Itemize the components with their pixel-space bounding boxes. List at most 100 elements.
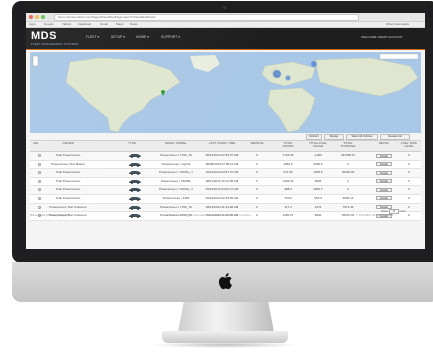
table-row[interactable]: Powerscreen Test Customer Powerscreen / 1… [30, 203, 421, 213]
nav-support[interactable]: SUPPORT ▾ [161, 35, 180, 39]
vehicle-icon [129, 205, 141, 210]
bookmark-item[interactable]: Facebook [78, 22, 91, 27]
maximize-window-icon[interactable] [41, 15, 45, 19]
nav-home[interactable]: HOME ▾ [136, 35, 149, 39]
footer-links[interactable]: Terms of Use | Privacy | Copyright [30, 214, 69, 217]
row-select-radio[interactable] [38, 205, 41, 209]
cell-service: 0 [256, 195, 258, 200]
cell-total-tonnage: 7973.43 [342, 204, 354, 209]
cell-total-fuel: 1276 [314, 204, 322, 209]
cell-total-hours: 1185.27 [282, 213, 294, 218]
map-type-control[interactable] [379, 53, 419, 60]
cell-owner: Total Powerscreen [55, 187, 81, 192]
marker-cluster-europe[interactable] [285, 75, 291, 81]
bookmark-item[interactable]: Gmail [100, 22, 108, 27]
cell-make-model: Powerscreen / 1700_TA [160, 153, 192, 157]
row-select-radio[interactable] [38, 179, 41, 183]
cell-owner: Powerscreen Test Customer [49, 204, 87, 209]
col-service[interactable]: SERVICE [248, 141, 266, 145]
bookmark-item[interactable]: Yahoo! [62, 22, 71, 27]
col-total-fuel[interactable]: TOTAL FUEL USAGE [306, 141, 330, 149]
vehicle-icon [129, 154, 141, 158]
col-total-tonnage[interactable]: TOTAL TONNAGE [336, 141, 360, 149]
cell-total-fuel: 2840.7 [313, 187, 323, 192]
bookmark-item[interactable]: Google [44, 22, 54, 27]
camera-dot [223, 6, 226, 9]
cell-total-hours: 117.4 [284, 204, 292, 209]
bookmark-item[interactable]: Maps [116, 22, 123, 27]
col-sel[interactable]: SEL [31, 141, 41, 145]
vehicle-icon [129, 171, 141, 176]
cell-fuel-tank: 0 [408, 187, 410, 192]
col-total-hours[interactable]: TOTAL HOURS [278, 141, 298, 149]
details-button[interactable]: Details [376, 179, 392, 184]
nav-divider [26, 49, 425, 50]
cell-service: 0 [256, 178, 258, 183]
cell-fuel-tank: 0 [408, 153, 410, 157]
table-row[interactable]: Total Powerscreen Powerscreen / 1500SL 08/… [30, 177, 421, 187]
marker-cluster-uk[interactable] [273, 70, 281, 78]
pager-suffix: rows [399, 209, 406, 214]
vehicle-icon [129, 162, 141, 167]
bookmark-item[interactable]: Other bookmarks [386, 22, 409, 27]
details-button[interactable]: Details [376, 153, 392, 158]
mds-logo[interactable]: MDS [31, 30, 57, 42]
nav-setup[interactable]: SETUP ▾ [111, 35, 125, 39]
table-row[interactable]: Total Powerscreen Powerscreen / 1700SL_T 1… [30, 169, 421, 178]
col-make-model[interactable]: MAKE / MODEL [153, 141, 199, 145]
cell-fuel-tank: 0 [408, 170, 410, 175]
apple-logo-icon [218, 273, 232, 290]
cell-service: 0 [256, 187, 258, 192]
cell-fuel-tank: 0 [408, 195, 410, 200]
cell-owner: Total Powerscreen [55, 170, 81, 175]
details-button[interactable]: Details [376, 170, 392, 175]
table-row[interactable]: Total Powerscreen Powerscreen / 1300 09/13… [30, 194, 421, 204]
details-button[interactable]: Details [376, 196, 392, 201]
logo-tagline: FLEET MANAGEMENT SYSTEMS [31, 43, 79, 46]
fleet-map[interactable] [30, 52, 421, 133]
close-window-icon[interactable] [29, 15, 33, 19]
address-bar[interactable]: fleet.mds-telematics.com/Pages/Fleet/Fle… [54, 14, 359, 21]
screen: fleet.mds-telematics.com/Pages/Fleet/Fle… [26, 13, 425, 249]
table-row[interactable]: Powerscreen Test Master Powerscreen / Hyb… [30, 160, 421, 170]
col-last-comm[interactable]: LAST COMM. TIME [200, 141, 244, 145]
cell-owner: Total Powerscreen [55, 153, 81, 157]
cell-service: 0 [256, 153, 258, 157]
cell-fuel-tank: 0 [408, 178, 410, 183]
cell-last-comm: 08/11/2013 10:12:09 AM [205, 178, 239, 183]
table-row[interactable]: Total Powerscreen Powerscreen / 1700_TA 08… [30, 152, 421, 161]
cell-total-tonnage: 0 [347, 187, 349, 192]
nav-fleet[interactable]: FLEET ▾ [86, 35, 99, 39]
cell-last-comm: 09/13/2013 02:32:09 AM [205, 195, 239, 200]
col-detail[interactable]: DETAIL [374, 141, 394, 145]
cell-total-tonnage: 20245.36 [341, 170, 355, 175]
row-select-radio[interactable] [38, 188, 41, 192]
welcome-text: WELCOME: DEMO ACCOUNT [361, 35, 403, 39]
marker-cluster-north[interactable] [311, 61, 317, 67]
table-header: SEL OWNER TYPE MAKE / MODEL LAST COMM. T… [30, 140, 421, 152]
footer-copyright: © 2013 MDS. All rights reserved. [356, 214, 394, 217]
row-select-radio[interactable] [38, 162, 41, 166]
map-zoom-control[interactable] [32, 55, 39, 67]
details-button[interactable]: Details [376, 187, 392, 192]
col-owner[interactable]: OWNER [48, 141, 88, 145]
table-row[interactable]: Total Powerscreen Powerscreen / 1700SL_T 0… [30, 186, 421, 195]
cell-total-fuel: 518.3 [314, 195, 322, 200]
row-select-radio[interactable] [38, 196, 41, 200]
bookmark-item[interactable]: Apps [29, 22, 36, 27]
cell-total-fuel: 5445.6 [313, 161, 323, 166]
col-fuel-tank[interactable]: FUEL TANK LEVEL [398, 141, 420, 149]
cell-fuel-tank: 0 [408, 213, 410, 218]
vehicle-icon [129, 196, 141, 201]
row-select-radio[interactable] [38, 171, 41, 175]
bookmark-item[interactable]: News [130, 22, 138, 27]
table-body: Total Powerscreen Powerscreen / 1700_TA 08… [30, 152, 421, 221]
vehicle-table: SEL OWNER TYPE MAKE / MODEL LAST COMM. T… [30, 140, 421, 221]
minimize-window-icon[interactable] [35, 15, 39, 19]
col-type[interactable]: TYPE [120, 141, 144, 145]
footer-notice: © Powerscreen & MDS Telematics. Use is s… [166, 214, 252, 217]
details-button[interactable]: Details [376, 162, 392, 167]
cell-service: 0 [256, 204, 258, 209]
app-header: MDS FLEET MANAGEMENT SYSTEMS FLEET ▾ SET… [26, 28, 425, 50]
row-select-radio[interactable] [38, 154, 41, 157]
